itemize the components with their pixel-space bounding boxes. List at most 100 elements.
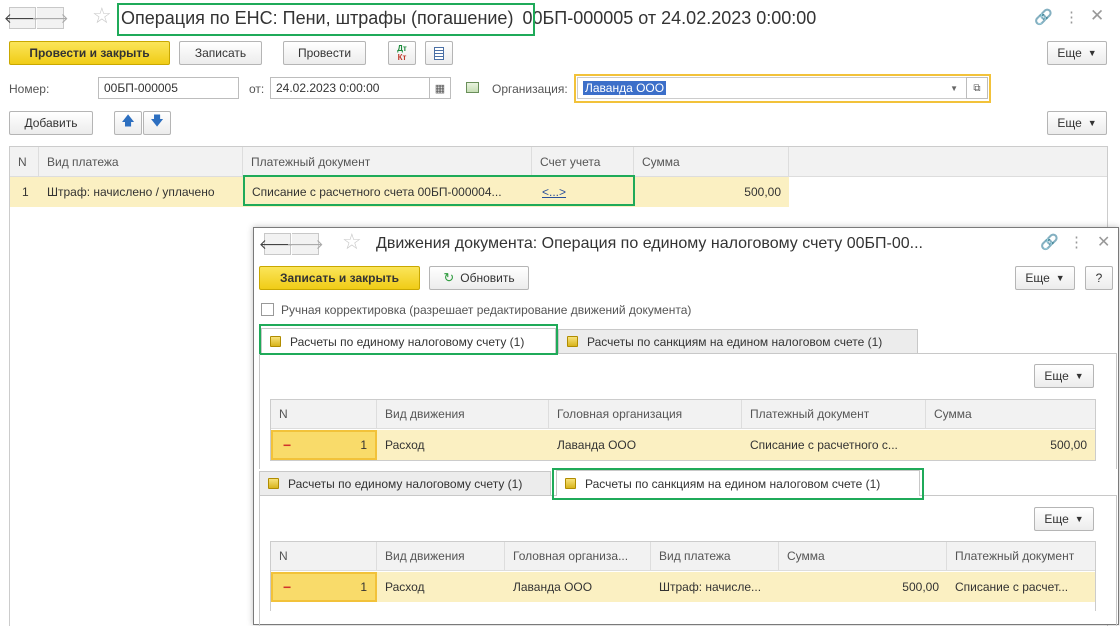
help-button[interactable]: ? <box>1085 266 1113 290</box>
col-n[interactable]: N <box>10 147 39 176</box>
refresh-button[interactable]: ↻ Обновить <box>429 266 529 290</box>
section-1-table: N Вид движения Головная организация Плат… <box>270 399 1096 461</box>
s1-col-payment-doc[interactable]: Платежный документ <box>742 400 926 428</box>
org-field[interactable]: Лаванда ООО ▼ <box>577 77 967 99</box>
dialog-menu-dots-icon[interactable]: ⋮ <box>1069 233 1084 251</box>
manual-correction-checkbox[interactable] <box>261 303 274 316</box>
open-org-button[interactable]: ⧉ <box>966 77 988 99</box>
chevron-down-icon: ▼ <box>1087 48 1097 58</box>
register-icon <box>268 478 279 489</box>
table-row[interactable]: − 1 Расход Лаванда ООО Штраф: начисле...… <box>271 572 1095 602</box>
calendar-button[interactable]: ▦ <box>429 77 451 99</box>
s2-col-head-org[interactable]: Головная организа... <box>505 542 651 570</box>
post-button[interactable]: Провести <box>283 41 366 65</box>
tab1-highlight <box>259 324 558 355</box>
tab-ens-label-2: Расчеты по единому налоговому счету (1) <box>288 476 523 491</box>
s1-col-n[interactable]: N <box>271 400 377 428</box>
close-icon[interactable]: ✕ <box>1090 6 1104 26</box>
page-title-number: 00БП-000005 от 24.02.2023 0:00:00 <box>522 8 817 28</box>
s2-row-sum: 500,00 <box>902 580 939 594</box>
refresh-icon: ↻ <box>443 270 455 285</box>
arrow-up-icon: 🡅 <box>121 113 135 128</box>
open-icon: ⧉ <box>973 82 981 94</box>
expense-minus-icon: − <box>283 437 292 453</box>
chevron-down-icon: ▼ <box>1074 514 1084 524</box>
org-value: Лаванда ООО <box>583 81 667 95</box>
manual-correction-label: Ручная корректировка (разрешает редактир… <box>281 303 692 317</box>
movements-dialog: 🡐 🡒 ☆ Движения документа: Операция по ед… <box>253 227 1119 626</box>
s2-col-payment-doc[interactable]: Платежный документ <box>947 542 1095 570</box>
chevron-down-icon: ▼ <box>1087 118 1097 128</box>
link-icon[interactable]: 🔗 <box>1034 8 1053 26</box>
section-1-more-button[interactable]: Еще ▼ <box>1034 364 1094 388</box>
report-list-button[interactable] <box>425 41 453 65</box>
org-history-icon[interactable] <box>466 82 479 93</box>
dialog-link-icon[interactable]: 🔗 <box>1040 233 1059 251</box>
tab-ens-settlements-2[interactable]: Расчеты по единому налоговому счету (1) <box>259 471 551 495</box>
dialog-title: Движения документа: Операция по единому … <box>376 235 923 252</box>
s2-row-n-value: 1 <box>360 580 367 594</box>
s2-col-payment-type[interactable]: Вид платежа <box>651 542 779 570</box>
s1-row-movement: Расход <box>385 438 425 452</box>
row-payment-type: Штраф: начислено / уплачено <box>47 185 215 199</box>
more-button[interactable]: Еще ▼ <box>1047 41 1107 65</box>
date-field[interactable]: 24.02.2023 0:00:00 <box>270 77 430 99</box>
favorite-star-icon[interactable]: ☆ <box>92 3 112 29</box>
refresh-label: Обновить <box>460 271 515 285</box>
move-up-button[interactable]: 🡅 <box>114 111 142 135</box>
dialog-more-label: Еще <box>1025 271 1050 285</box>
org-label: Организация: <box>492 82 568 96</box>
save-and-close-button[interactable]: Записать и закрыть <box>259 266 420 290</box>
s1-col-movement[interactable]: Вид движения <box>377 400 549 428</box>
number-label: Номер: <box>9 82 50 96</box>
section-1-more-label: Еще <box>1044 369 1069 383</box>
s2-row-payment-type: Штраф: начисле... <box>659 580 762 594</box>
s2-row-payment-doc: Списание с расчет... <box>955 580 1069 594</box>
menu-dots-icon[interactable]: ⋮ <box>1064 8 1079 26</box>
register-icon <box>567 336 578 347</box>
section-2-more-label: Еще <box>1044 512 1069 526</box>
section-2-more-button[interactable]: Еще ▼ <box>1034 507 1094 531</box>
col-sum[interactable]: Сумма <box>634 147 789 176</box>
section-2-table: N Вид движения Головная организа... Вид … <box>270 541 1096 611</box>
dt-kt-button[interactable]: Дт Кт <box>388 41 416 65</box>
list-icon <box>434 46 444 60</box>
chevron-down-icon: ▼ <box>1074 371 1084 381</box>
s2-col-sum[interactable]: Сумма <box>779 542 947 570</box>
title-highlight-box <box>117 3 535 36</box>
row-n: 1 <box>22 185 29 199</box>
s2-row-head-org: Лаванда ООО <box>513 580 593 594</box>
more-label: Еще <box>1057 46 1082 60</box>
col-payment-doc[interactable]: Платежный документ <box>243 147 532 176</box>
doc-account-highlight <box>243 175 635 206</box>
expense-minus-icon: − <box>283 579 292 595</box>
s1-row-n-value: 1 <box>360 438 367 452</box>
col-payment-type[interactable]: Вид платежа <box>39 147 243 176</box>
s2-row-movement: Расход <box>385 580 425 594</box>
tab-sanctions-label: Расчеты по санкциям на едином налоговом … <box>587 334 883 349</box>
dialog-more-button[interactable]: Еще ▼ <box>1015 266 1075 290</box>
s1-row-n: − 1 <box>271 430 377 460</box>
table-more-button[interactable]: Еще ▼ <box>1047 111 1107 135</box>
chevron-down-icon: ▼ <box>1055 273 1065 283</box>
number-field[interactable]: 00БП-000005 <box>98 77 239 99</box>
s1-col-head-org[interactable]: Головная организация <box>549 400 742 428</box>
date-label: от: <box>249 82 265 96</box>
s1-col-sum[interactable]: Сумма <box>926 400 1095 428</box>
table-row[interactable]: − 1 Расход Лаванда ООО Списание с расчет… <box>271 430 1095 460</box>
post-and-close-button[interactable]: Провести и закрыть <box>9 41 170 65</box>
col-account[interactable]: Счет учета <box>532 147 634 176</box>
dialog-favorite-star-icon[interactable]: ☆ <box>342 229 362 255</box>
kt-icon-text: Кт <box>397 53 407 62</box>
arrow-down-icon: 🡇 <box>150 113 164 128</box>
add-button[interactable]: Добавить <box>9 111 93 135</box>
dialog-close-icon[interactable]: ✕ <box>1097 232 1110 252</box>
s2-col-movement[interactable]: Вид движения <box>377 542 505 570</box>
forward-button[interactable]: 🡒 <box>31 7 69 29</box>
dropdown-icon[interactable]: ▼ <box>950 84 958 93</box>
move-down-button[interactable]: 🡇 <box>143 111 171 135</box>
dialog-forward-button[interactable]: 🡒 <box>286 233 324 255</box>
tab-sanctions-settlements[interactable]: Расчеты по санкциям на едином налоговом … <box>558 329 918 353</box>
save-button[interactable]: Записать <box>179 41 262 65</box>
s2-col-n[interactable]: N <box>271 542 377 570</box>
